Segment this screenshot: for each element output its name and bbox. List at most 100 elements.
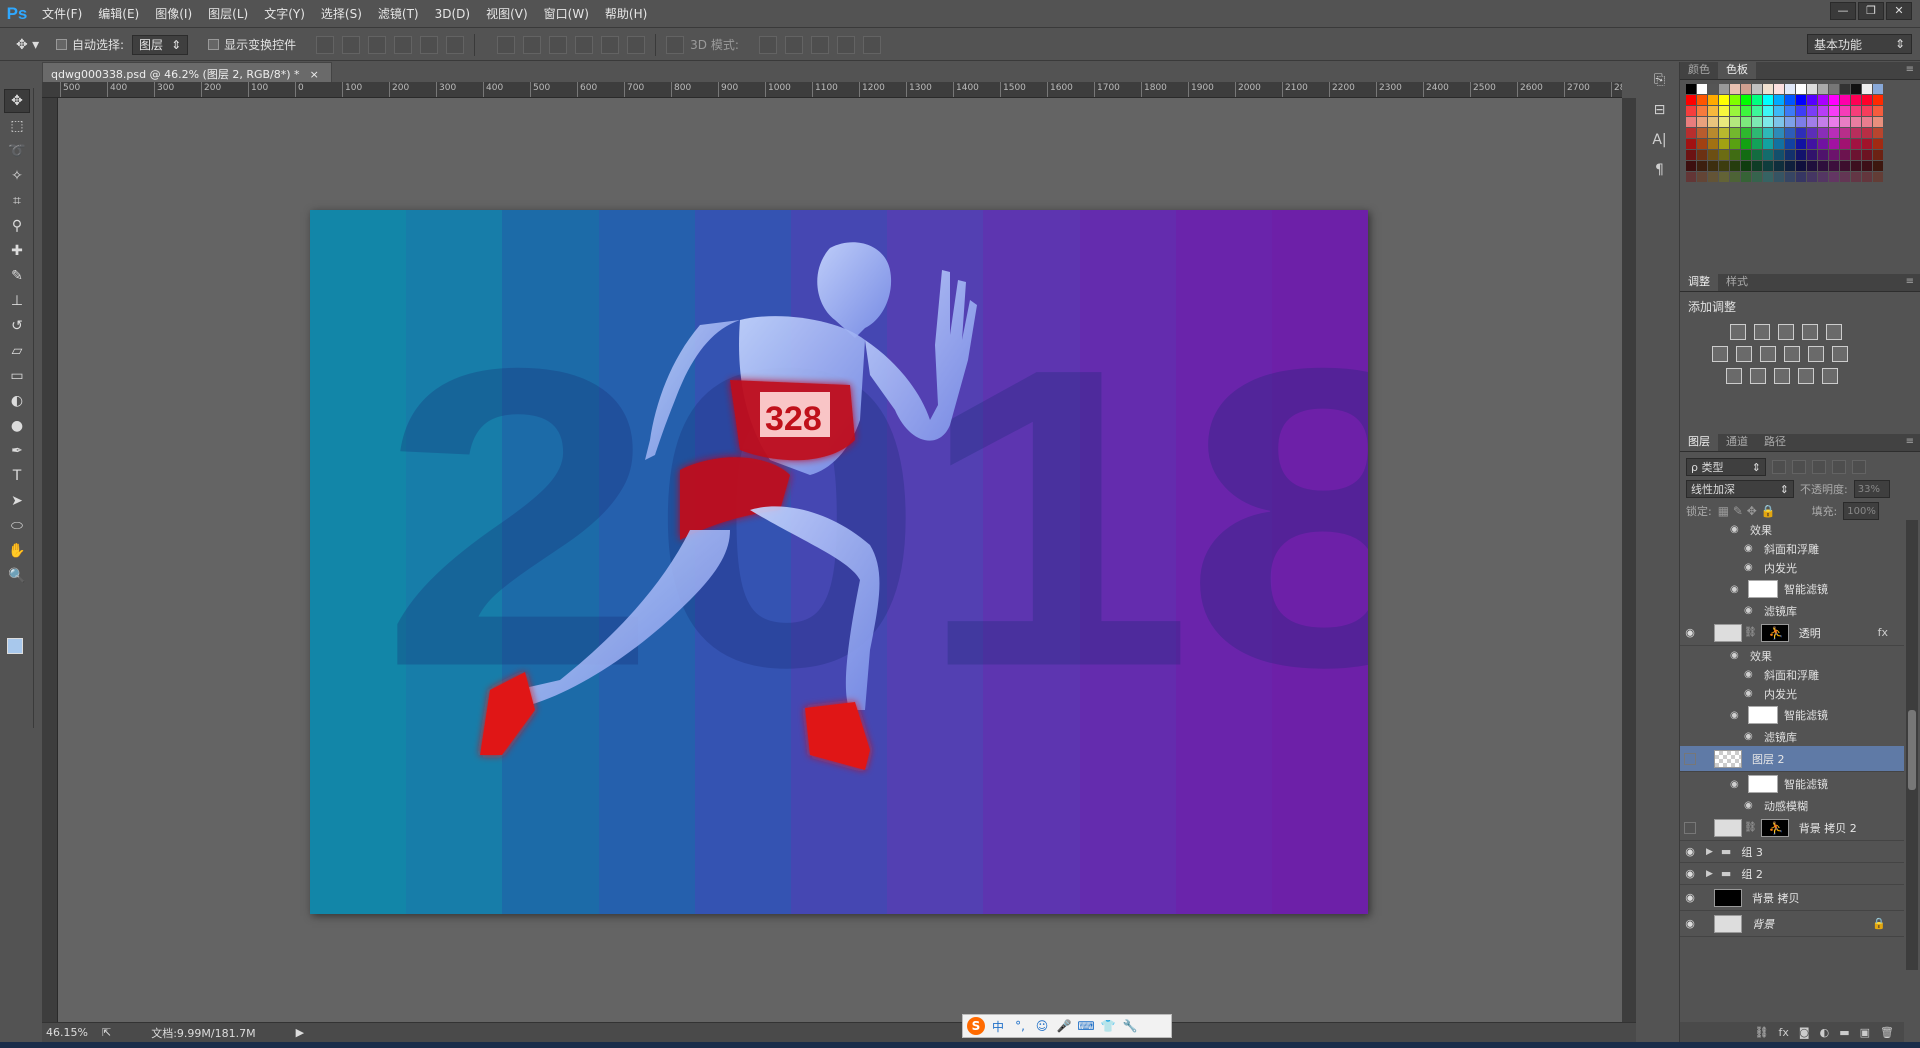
- marquee-tool-icon[interactable]: ⬚: [4, 114, 30, 138]
- color-swatch[interactable]: [1730, 95, 1740, 105]
- color-swatch[interactable]: [1818, 150, 1828, 160]
- menu-edit[interactable]: 编辑(E): [90, 0, 147, 28]
- color-swatch[interactable]: [1708, 128, 1718, 138]
- layers-scrollbar[interactable]: [1906, 520, 1918, 970]
- menu-image[interactable]: 图像(I): [147, 0, 200, 28]
- color-swatch[interactable]: [1807, 106, 1817, 116]
- color-swatch[interactable]: [1719, 84, 1729, 94]
- tab-color[interactable]: 颜色: [1680, 61, 1718, 79]
- color-swatch[interactable]: [1829, 84, 1839, 94]
- selective-color-icon[interactable]: [1798, 368, 1814, 384]
- auto-select-target-select[interactable]: 图层 ⇕: [132, 34, 189, 55]
- color-swatch[interactable]: [1862, 106, 1872, 116]
- panel-menu-icon[interactable]: ≡: [1906, 436, 1914, 447]
- color-swatch[interactable]: [1719, 161, 1729, 171]
- color-lookup-icon[interactable]: [1832, 346, 1848, 362]
- ellipse-tool-icon[interactable]: ⬭: [4, 514, 30, 538]
- layer-effect-item[interactable]: ◉ 斜面和浮雕: [1680, 539, 1904, 558]
- color-swatch[interactable]: [1752, 150, 1762, 160]
- brush-tool-icon[interactable]: ✎: [4, 264, 30, 288]
- visibility-eye-icon[interactable]: ◉: [1680, 626, 1700, 639]
- color-swatch[interactable]: [1719, 139, 1729, 149]
- color-swatch[interactable]: [1774, 106, 1784, 116]
- visibility-eye-icon[interactable]: ◉: [1744, 731, 1758, 742]
- visibility-eye-icon[interactable]: ◉: [1744, 543, 1758, 554]
- menu-select[interactable]: 选择(S): [313, 0, 370, 28]
- align-vcenter-icon[interactable]: [342, 35, 361, 54]
- expand-arrow-icon[interactable]: ▶: [1706, 869, 1713, 879]
- color-swatch[interactable]: [1807, 128, 1817, 138]
- color-swatch[interactable]: [1840, 95, 1850, 105]
- hue-saturation-icon[interactable]: [1712, 346, 1728, 362]
- visibility-eye-icon[interactable]: ◉: [1680, 867, 1700, 880]
- color-swatch[interactable]: [1829, 106, 1839, 116]
- invert-icon[interactable]: [1726, 368, 1742, 384]
- color-swatch[interactable]: [1829, 95, 1839, 105]
- color-swatch[interactable]: [1774, 128, 1784, 138]
- color-swatch[interactable]: [1807, 139, 1817, 149]
- visibility-toggle[interactable]: [1684, 821, 1696, 834]
- color-swatch[interactable]: [1697, 106, 1707, 116]
- new-group-icon[interactable]: ▬: [1839, 1026, 1849, 1039]
- color-swatch[interactable]: [1719, 172, 1729, 182]
- color-swatch[interactable]: [1774, 139, 1784, 149]
- artwork-document[interactable]: 2018 328: [310, 210, 1368, 914]
- color-swatch[interactable]: [1697, 150, 1707, 160]
- layer-effect-item[interactable]: ◉ 动感模糊: [1680, 796, 1904, 815]
- tab-adjustments[interactable]: 调整: [1680, 273, 1718, 291]
- paragraph-panel-icon[interactable]: ¶: [1648, 158, 1672, 182]
- filter-adjust-icon[interactable]: [1792, 460, 1806, 474]
- filter-mask-thumbnail[interactable]: [1748, 706, 1778, 724]
- color-swatch[interactable]: [1708, 117, 1718, 127]
- history-panel-icon[interactable]: ⎘: [1648, 68, 1672, 92]
- tab-layers[interactable]: 图层: [1680, 433, 1718, 451]
- path-selection-tool-icon[interactable]: ➤: [4, 489, 30, 513]
- color-swatch[interactable]: [1818, 117, 1828, 127]
- link-layers-icon[interactable]: ⛓: [1755, 1026, 1769, 1039]
- visibility-eye-icon[interactable]: ◉: [1730, 779, 1744, 790]
- pen-tool-icon[interactable]: ✒: [4, 439, 30, 463]
- layer-row[interactable]: ⛓ ⛹ 背景 拷贝 2: [1680, 815, 1904, 841]
- levels-icon[interactable]: [1754, 324, 1770, 340]
- layer-group[interactable]: ◉ ▶ ▬ 组 2: [1680, 863, 1904, 885]
- color-swatch[interactable]: [1873, 106, 1883, 116]
- ime-voice-icon[interactable]: 🎤: [1055, 1017, 1073, 1035]
- color-swatch[interactable]: [1829, 172, 1839, 182]
- filter-type-icon[interactable]: [1812, 460, 1826, 474]
- fill-field[interactable]: 100%: [1843, 502, 1880, 520]
- smart-filter-row[interactable]: ◉ 智能滤镜: [1680, 772, 1904, 796]
- color-swatch[interactable]: [1697, 117, 1707, 127]
- color-swatch[interactable]: [1686, 117, 1696, 127]
- color-swatch[interactable]: [1774, 150, 1784, 160]
- color-swatch[interactable]: [1741, 161, 1751, 171]
- 3d-rotate-icon[interactable]: [758, 35, 777, 54]
- color-swatch[interactable]: [1730, 150, 1740, 160]
- color-swatch[interactable]: [1752, 161, 1762, 171]
- add-mask-icon[interactable]: ◙: [1799, 1026, 1810, 1039]
- menu-3d[interactable]: 3D(D): [427, 0, 478, 28]
- exposure-icon[interactable]: [1802, 324, 1818, 340]
- move-tool-icon[interactable]: ✥: [4, 89, 30, 113]
- color-swatch[interactable]: [1719, 128, 1729, 138]
- ime-skin-icon[interactable]: 👕: [1099, 1017, 1117, 1035]
- restore-button[interactable]: ❐: [1858, 2, 1884, 20]
- distribute-top-icon[interactable]: [497, 35, 516, 54]
- align-bottom-icon[interactable]: [368, 35, 387, 54]
- color-swatch[interactable]: [1862, 139, 1872, 149]
- color-swatch[interactable]: [1807, 84, 1817, 94]
- gradient-map-icon[interactable]: [1822, 368, 1838, 384]
- color-swatch[interactable]: [1730, 161, 1740, 171]
- color-swatch[interactable]: [1796, 172, 1806, 182]
- close-tab-icon[interactable]: ×: [310, 68, 319, 81]
- canvas-area[interactable]: 2018 328: [58, 98, 1622, 1022]
- layer-thumbnail[interactable]: [1714, 623, 1742, 642]
- sogou-logo-icon[interactable]: S: [967, 1017, 985, 1035]
- color-swatch[interactable]: [1730, 84, 1740, 94]
- filter-pixel-icon[interactable]: [1772, 460, 1786, 474]
- color-swatch[interactable]: [1851, 84, 1861, 94]
- 3d-drag-icon[interactable]: [810, 35, 829, 54]
- color-swatch[interactable]: [1719, 106, 1729, 116]
- color-swatch[interactable]: [1708, 95, 1718, 105]
- layer-mask-thumbnail[interactable]: ⛹: [1760, 623, 1789, 642]
- color-swatch[interactable]: [1741, 106, 1751, 116]
